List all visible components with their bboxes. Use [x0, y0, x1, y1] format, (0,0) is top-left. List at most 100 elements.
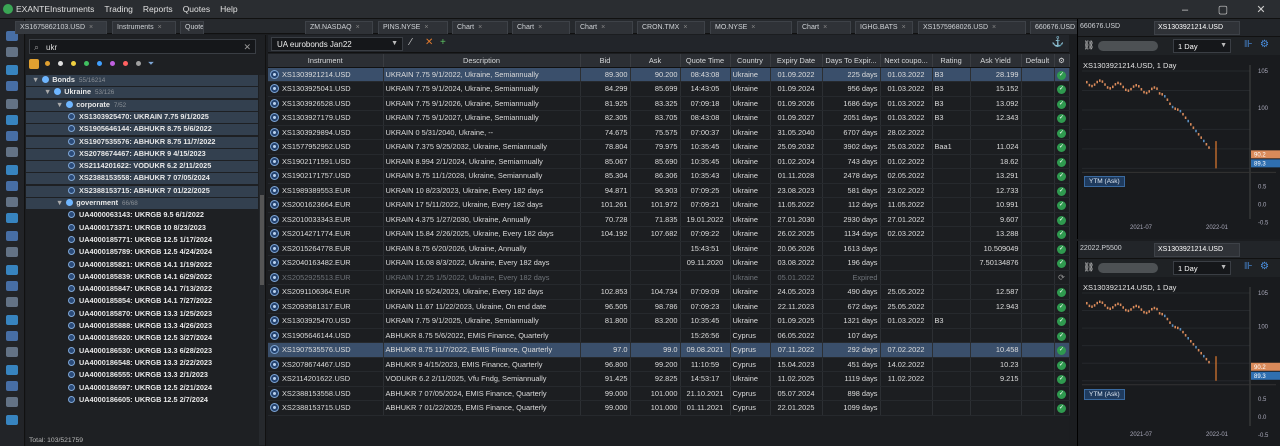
quote-row[interactable]: XS2091106364.EUR UKRAIN 16 5/24/2023, Ukr…: [268, 284, 1070, 300]
price-chart[interactable]: 105100950.50.0-0.52021-072022-0190.289.3: [1078, 57, 1280, 231]
quote-row[interactable]: XS2001623664.EUR UKRAIN 17 5/11/2022, Ukr…: [268, 197, 1070, 213]
tree-item[interactable]: UA4000185821: UKRGB 14.1 1/19/2022: [26, 260, 258, 271]
column-header-next-coupo[interactable]: Next coupo...: [880, 54, 933, 68]
quote-row[interactable]: XS2093581317.EUR UKRAIN 11.67 11/22/2023,…: [268, 299, 1070, 314]
quotes-tool-icon[interactable]: [6, 131, 18, 141]
expand-arrow-icon[interactable]: ▼: [56, 100, 63, 109]
tree-item[interactable]: XS2114201622: VODUKR 6.2 2/11/2025: [26, 161, 258, 173]
tab-close-icon[interactable]: ×: [601, 24, 605, 31]
tree-item[interactable]: UA4000186548: UKRGB 13.3 2/22/2023: [26, 358, 258, 369]
help-tool-icon[interactable]: [6, 281, 18, 291]
chart-tool-icon[interactable]: [6, 415, 18, 425]
color-filter-7[interactable]: [120, 59, 130, 69]
column-header-quote-time[interactable]: Quote Time: [680, 54, 731, 68]
quote-row[interactable]: XS2014271774.EUR UKRAIN 15.84 2/26/2025, …: [268, 226, 1070, 242]
filter-icon[interactable]: ⏷: [146, 59, 156, 69]
chart-symbol-tab[interactable]: XS1303921214.USD: [1154, 243, 1240, 257]
column-header-country[interactable]: Country: [730, 54, 771, 68]
tree-item[interactable]: UA4000185839: UKRGB 14.1 6/29/2022: [26, 272, 258, 283]
edit-icon[interactable]: ⁄: [410, 37, 412, 48]
color-filter-2[interactable]: [55, 59, 65, 69]
minimize-button[interactable]: –: [1166, 0, 1204, 19]
clear-search-icon[interactable]: ✕: [243, 42, 251, 53]
tree-item[interactable]: XS2078674467: ABHUKR 9 4/15/2023: [26, 148, 258, 160]
expand-arrow-icon[interactable]: ▼: [56, 198, 63, 207]
quote-row[interactable]: XS2114201622.USD VODUKR 6.2 2/11/2025, Vf…: [268, 371, 1070, 387]
menu-instruments[interactable]: Instruments: [50, 4, 94, 14]
quote-row[interactable]: XS1905646144.USD ABHUKR 8.75 5/6/2022, EM…: [268, 328, 1070, 343]
tab-ighg-bats[interactable]: IGHG.BATS ×: [855, 21, 913, 34]
orders-tool-icon[interactable]: [6, 99, 18, 109]
ytm-legend[interactable]: YTM (Ask): [1084, 388, 1125, 400]
link-icon[interactable]: ⛓: [1083, 262, 1094, 273]
link-icon[interactable]: ⛓: [1083, 40, 1094, 51]
tree-item[interactable]: UA4000063143: UKRGB 9.5 6/1/2022: [26, 210, 258, 221]
tab-close-icon[interactable]: ×: [683, 24, 687, 31]
quote-row[interactable]: XS1577952952.USD UKRAIN 7.375 9/25/2032, …: [268, 139, 1070, 155]
chart-type-icon[interactable]: ⊪: [1244, 261, 1253, 272]
tree-item[interactable]: UA4000186555: UKRGB 13.3 2/1/2023: [26, 370, 258, 381]
tab-close-icon[interactable]: ×: [356, 24, 360, 31]
column-header-ask[interactable]: Ask: [630, 54, 681, 68]
column-header-expiry-date[interactable]: Expiry Date: [770, 54, 823, 68]
close-button[interactable]: ✕: [1242, 0, 1280, 19]
column-header-rating[interactable]: Rating: [932, 54, 971, 68]
forward-tool-icon[interactable]: [6, 47, 18, 57]
tab-chart[interactable]: Chart ×: [797, 21, 851, 34]
tree-item[interactable]: XS2388153715: ABHUKR 7 01/22/2025: [26, 185, 258, 197]
tab-chart[interactable]: Chart ×: [575, 21, 633, 34]
folder-filter-icon[interactable]: [29, 58, 39, 69]
tab-close-icon[interactable]: ×: [89, 24, 93, 31]
quote-row[interactable]: XS1902171591.USD UKRAIN 8.994 2/1/2024, U…: [268, 154, 1070, 169]
calendar-tool-icon[interactable]: [6, 165, 18, 175]
tab-instruments[interactable]: Instruments ×: [112, 21, 176, 34]
tree-search-input[interactable]: ukr: [46, 43, 57, 52]
tree-scrollbar[interactable]: [259, 75, 265, 445]
tree-item[interactable]: UA4000173371: UKRGB 10 8/23/2023: [26, 223, 258, 234]
quote-row[interactable]: XS1303926528.USD UKRAIN 7.75 9/1/2026, Uk…: [268, 96, 1070, 111]
tab-close-icon[interactable]: ×: [158, 24, 162, 31]
settings-tool-icon[interactable]: [6, 181, 18, 191]
column-header-ask-yield[interactable]: Ask Yield: [970, 54, 1022, 68]
color-filter-4[interactable]: [81, 59, 91, 69]
ytm-legend[interactable]: YTM (Ask): [1084, 176, 1125, 188]
menu-quotes[interactable]: Quotes: [183, 4, 210, 14]
tab-cron-tmx[interactable]: CRON.TMX ×: [637, 21, 705, 34]
chart-tab-label[interactable]: 22022.P5500: [1080, 245, 1122, 252]
tab-close-icon[interactable]: ×: [424, 24, 428, 31]
layout-tool-icon[interactable]: [6, 197, 18, 207]
quote-row[interactable]: XS2040163482.EUR UKRAIN 16.08 8/3/2022, U…: [268, 255, 1070, 271]
chart-symbol-tab[interactable]: XS1303921214.USD: [1154, 21, 1240, 35]
positions-tool-icon[interactable]: [6, 115, 18, 125]
tree-item[interactable]: UA4000186605: UKRGB 12.5 2/7/2024: [26, 395, 258, 406]
quote-row[interactable]: XS1902171757.USD UKRAIN 9.75 11/1/2028, U…: [268, 168, 1070, 184]
anchor-icon[interactable]: ⚓: [1052, 37, 1064, 48]
tree-item[interactable]: XS1905646144: ABHUKR 8.75 5/6/2022: [26, 124, 258, 136]
forward-tool-icon[interactable]: [6, 381, 18, 391]
menu-reports[interactable]: Reports: [143, 4, 173, 14]
tools-tool-icon[interactable]: [6, 247, 18, 257]
tree-folder-bonds[interactable]: ▼ Bonds 55/16214: [26, 75, 258, 86]
tree-item[interactable]: XS2388153558: ABHUKR 7 07/05/2024: [26, 173, 258, 185]
tab-quotes[interactable]: Quotes×: [180, 21, 204, 34]
quote-row[interactable]: XS1907535576.USD ABHUKR 8.75 11/7/2022, E…: [268, 342, 1070, 358]
tree-search-field[interactable]: ⌕ ukr ✕: [29, 39, 256, 54]
column-header-default[interactable]: Default: [1021, 54, 1055, 68]
tab-close-icon[interactable]: ×: [823, 24, 827, 31]
back-tool-icon[interactable]: [6, 365, 18, 375]
user-tool-icon[interactable]: [6, 297, 18, 307]
tab-chart[interactable]: Chart ×: [452, 21, 508, 34]
tab-zm-nasdaq[interactable]: ZM.NASDAQ ×: [305, 21, 373, 34]
chart-type-icon[interactable]: ⊪: [1244, 39, 1253, 50]
column-header-description[interactable]: Description: [383, 54, 581, 68]
remove-icon[interactable]: ✕: [425, 37, 433, 48]
quote-row[interactable]: XS1303921214.USD UKRAIN 7.75 9/1/2022, Uk…: [268, 67, 1070, 82]
tab-xs1575968026-usd[interactable]: XS1575968026.USD ×: [918, 21, 1026, 34]
quote-row[interactable]: XS2388153558.USD ABHUKR 7 07/05/2024, EMI…: [268, 386, 1070, 401]
price-chart[interactable]: 105100950.50.0-0.52021-072022-0190.289.3: [1078, 279, 1280, 438]
quote-row[interactable]: XS1303927179.USD UKRAIN 7.75 9/1/2027, Uk…: [268, 110, 1070, 126]
quote-row[interactable]: XS2015264778.EUR UKRAIN 8.75 6/20/2026, U…: [268, 241, 1070, 256]
tree-item[interactable]: UA4000186597: UKRGB 12.5 2/21/2024: [26, 383, 258, 394]
chart-settings-icon[interactable]: ⚙: [1260, 261, 1269, 272]
tree-item[interactable]: UA4000185789: UKRGB 12.5 4/24/2024: [26, 247, 258, 258]
